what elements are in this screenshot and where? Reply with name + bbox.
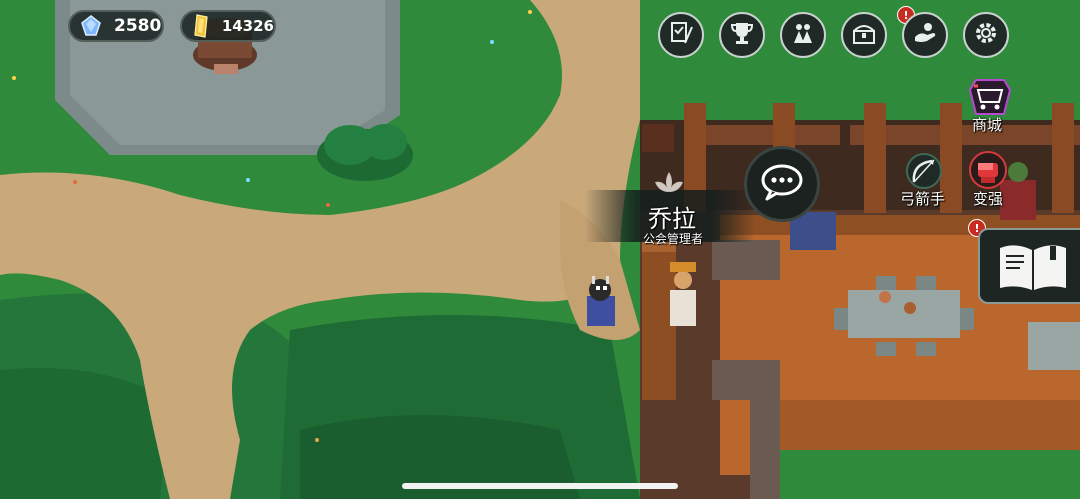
gold-amount: 14326 xyxy=(221,17,274,35)
journal-button[interactable] xyxy=(978,228,1080,304)
heroes-icon xyxy=(789,19,817,51)
open-book-icon xyxy=(996,240,1070,298)
strengthen-label: 变强 xyxy=(973,190,1004,208)
archer-button[interactable]: 弓箭手 xyxy=(898,152,954,210)
settings-button[interactable] xyxy=(963,12,1009,58)
npc-name: 乔拉 xyxy=(648,205,696,233)
quest-scroll-icon xyxy=(667,19,695,51)
treasure-chest-icon xyxy=(850,19,878,51)
archer-label: 弓箭手 xyxy=(900,190,946,208)
speech-bubble-icon xyxy=(759,163,805,205)
gold-bar-icon xyxy=(188,11,214,41)
settings-gear-icon xyxy=(972,19,1000,51)
npc-title: 公会管理者 xyxy=(643,232,704,246)
hand-offer-icon xyxy=(911,19,939,51)
heroes-button[interactable] xyxy=(780,12,826,58)
shop-button[interactable]: 商城 xyxy=(958,76,1022,136)
guild-emblem-icon xyxy=(651,170,687,202)
achievements-button[interactable] xyxy=(719,12,765,58)
gold-counter[interactable]: 14326 xyxy=(180,10,276,42)
offer-button[interactable] xyxy=(902,12,948,58)
blue-crystal-icon xyxy=(76,11,106,41)
game-world[interactable] xyxy=(0,0,1080,499)
inventory-button[interactable] xyxy=(841,12,887,58)
shop-label: 商城 xyxy=(972,116,1003,134)
quest-button[interactable] xyxy=(658,12,704,58)
strengthen-button[interactable]: 变强 xyxy=(964,150,1014,208)
home-indicator[interactable] xyxy=(402,483,678,489)
crystal-counter[interactable]: 2580 xyxy=(68,10,164,42)
crystal-amount: 2580 xyxy=(114,16,162,36)
trophy-icon xyxy=(728,19,756,51)
talk-button[interactable] xyxy=(744,146,820,222)
